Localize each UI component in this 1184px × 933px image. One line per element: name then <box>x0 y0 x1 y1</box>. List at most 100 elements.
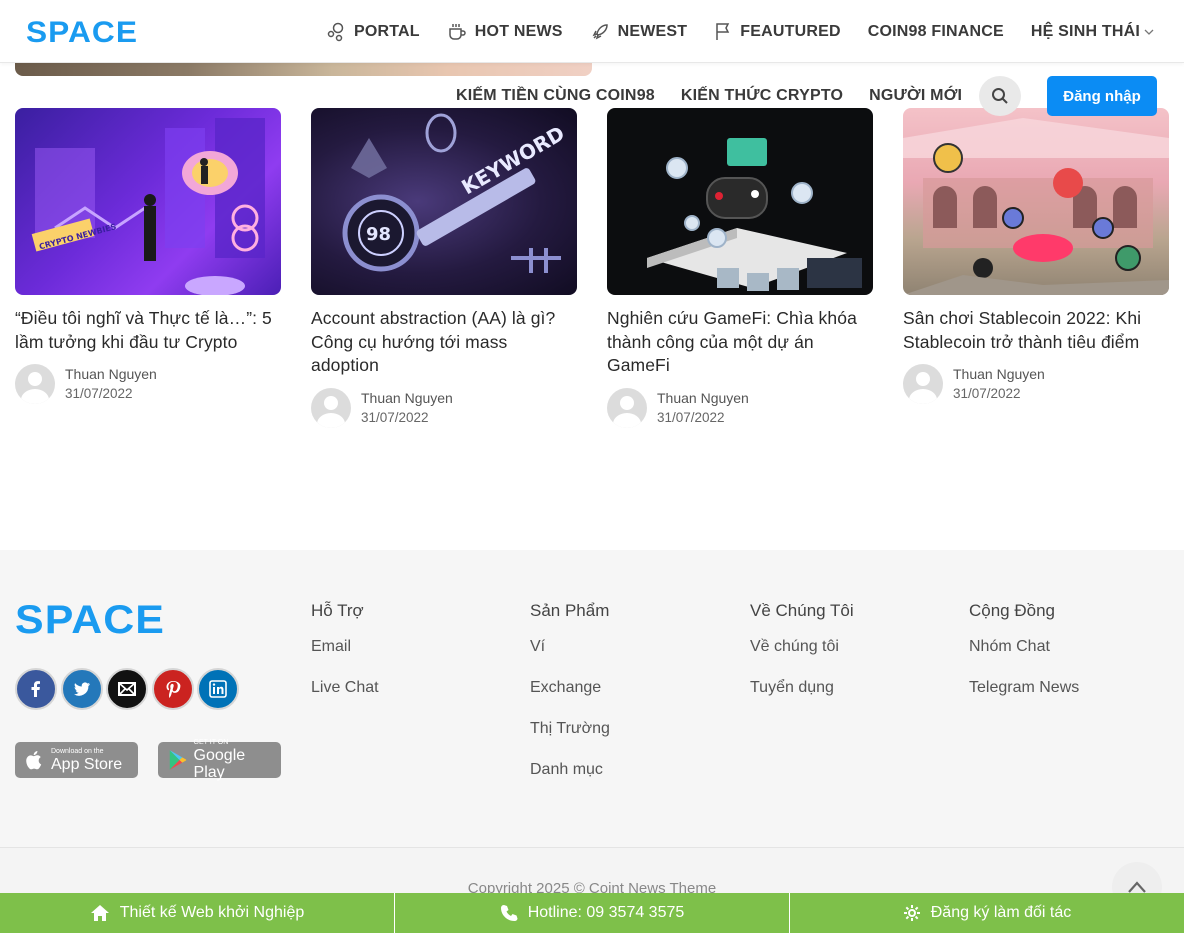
bar-label: Đăng ký làm đối tác <box>930 904 1072 921</box>
footer-link-exchange[interactable]: Exchange <box>530 678 610 719</box>
author-name[interactable]: Thuan Nguyen <box>953 364 1045 384</box>
site-logo[interactable]: SPACE <box>26 16 140 50</box>
article-title[interactable]: Sân chơi Stablecoin 2022: Khi Stablecoin… <box>903 307 1169 354</box>
nav-label: NGƯỜI MỚI <box>869 87 963 104</box>
search-button[interactable] <box>979 76 1021 116</box>
twitter-icon <box>73 682 90 696</box>
nav-label: HỆ SINH THÁI <box>1030 22 1140 40</box>
footer-link-portfolio[interactable]: Danh mục <box>530 760 610 801</box>
bar-label: Hotline: 09 3574 3575 <box>527 904 685 921</box>
cup-icon <box>449 23 466 40</box>
flag-icon <box>716 22 730 40</box>
apple-icon <box>26 751 42 770</box>
footer-link-wallet[interactable]: Ví <box>530 637 610 678</box>
page: SPACE PORTAL HOT NEWS NEWEST FEAUTURED C… <box>0 0 1184 933</box>
post-date: 31/07/2022 <box>953 386 1021 401</box>
bubbles-icon <box>327 22 344 41</box>
badge-small-text: Download on the <box>51 747 104 755</box>
footer-link-careers[interactable]: Tuyển dụng <box>750 678 854 719</box>
article-card[interactable]: Sân chơi Stablecoin 2022: Khi Stablecoin… <box>903 108 1169 404</box>
footer-column-about: Về Chúng Tôi Về chúng tôi Tuyển dụng <box>750 601 854 719</box>
avatar <box>15 364 55 404</box>
nav-label: PORTAL <box>354 22 420 40</box>
app-store-badges: Download on the App Store GET IT ON Goog… <box>15 739 301 781</box>
article-meta: Thuan Nguyen 31/07/2022 <box>311 387 577 428</box>
nav-item-hot-news[interactable]: HOT NEWS <box>447 22 563 42</box>
login-button[interactable]: Đăng nhập <box>1047 76 1157 116</box>
nav-label: HOT NEWS <box>474 22 563 40</box>
google-play-icon <box>169 750 187 770</box>
article-thumbnail[interactable]: 98 KEYWORD <box>311 108 577 295</box>
footer-link-email[interactable]: Email <box>311 637 379 678</box>
avatar <box>607 387 647 428</box>
article-card[interactable]: 98 KEYWORD Account abstraction (AA) là g… <box>311 108 577 428</box>
footer-column-support: Hỗ Trợ Email Live Chat <box>311 601 379 719</box>
nav-label: KIẾM TIỀN CÙNG COIN98 <box>456 87 655 104</box>
site-header: SPACE PORTAL HOT NEWS NEWEST FEAUTURED C… <box>0 0 1184 63</box>
twitter-button[interactable] <box>60 668 103 710</box>
footer-heading: Cộng Đồng <box>969 601 1056 620</box>
footer-link-chat-group[interactable]: Nhóm Chat <box>969 637 1079 678</box>
article-meta: Thuan Nguyen 31/07/2022 <box>903 364 1169 404</box>
envelope-icon <box>118 682 136 696</box>
article-thumbnail[interactable] <box>607 108 873 295</box>
footer-heading: Hỗ Trợ <box>311 601 364 620</box>
secondary-nav: KIẾM TIỀN CÙNG COIN98 KIẾN THỨC CRYPTO N… <box>456 76 988 116</box>
partner-signup-link[interactable]: Đăng ký làm đối tác <box>790 893 1184 933</box>
article-title[interactable]: “Điều tôi nghĩ và Thực tế là…”: 5 lầm tư… <box>15 307 281 354</box>
bar-label: Thiết kế Web khởi Nghiệp <box>119 904 305 921</box>
post-date: 31/07/2022 <box>65 386 133 401</box>
facebook-button[interactable] <box>15 668 57 710</box>
author-name[interactable]: Thuan Nguyen <box>65 364 157 384</box>
chevron-down-icon <box>1144 29 1154 35</box>
badge-big-text: App Store <box>51 755 123 773</box>
post-date: 31/07/2022 <box>657 409 725 425</box>
app-store-badge[interactable]: Download on the App Store <box>15 742 138 778</box>
article-thumbnail[interactable] <box>903 108 1169 295</box>
nav-item-beginners[interactable]: NGƯỜI MỚI <box>869 87 962 105</box>
footer-column-community: Cộng Đồng Nhóm Chat Telegram News <box>969 601 1079 719</box>
author-name[interactable]: Thuan Nguyen <box>361 388 453 408</box>
email-button[interactable] <box>106 668 148 710</box>
article-thumbnail[interactable]: CRYPTO NEWBIES <box>15 108 281 295</box>
article-card[interactable]: Nghiên cứu GameFi: Chìa khóa thành công … <box>607 108 873 428</box>
footer-column-products: Sản Phẩm Ví Exchange Thị Trường Danh mục <box>530 601 610 801</box>
badge-small-text: GET IT ON <box>193 739 229 746</box>
article-card[interactable]: CRYPTO NEWBIES “Điều tôi nghĩ và Thực tế… <box>15 108 281 404</box>
nav-item-earn-coin98[interactable]: KIẾM TIỀN CÙNG COIN98 <box>456 87 655 105</box>
social-links <box>15 668 243 710</box>
svg-text:98: 98 <box>366 224 391 245</box>
author-name[interactable]: Thuan Nguyen <box>657 388 749 408</box>
footer-logo[interactable]: SPACE <box>15 598 167 642</box>
footer-link-live-chat[interactable]: Live Chat <box>311 678 379 719</box>
facebook-icon <box>31 681 40 697</box>
nav-label: COIN98 FINANCE <box>867 22 1004 40</box>
nav-item-portal[interactable]: PORTAL <box>326 22 420 42</box>
svg-text:SPACE: SPACE <box>15 602 165 636</box>
rocket-icon <box>592 23 608 39</box>
footer-link-about-us[interactable]: Về chúng tôi <box>750 637 854 678</box>
nav-item-ecosystem[interactable]: HỆ SINH THÁI <box>1031 23 1155 41</box>
svg-text:SPACE: SPACE <box>26 19 138 45</box>
article-title[interactable]: Nghiên cứu GameFi: Chìa khóa thành công … <box>607 307 873 378</box>
badge-big-text: Google Play <box>193 747 246 781</box>
footer-link-telegram-news[interactable]: Telegram News <box>969 678 1079 719</box>
google-play-badge[interactable]: GET IT ON Google Play <box>158 739 281 781</box>
main-nav: PORTAL HOT NEWS NEWEST FEAUTURED COIN98 … <box>326 0 1155 63</box>
nav-item-coin98-finance[interactable]: COIN98 FINANCE <box>868 23 1004 41</box>
nav-item-featured[interactable]: FEAUTURED <box>714 22 841 42</box>
hotline-link[interactable]: Hotline: 09 3574 3575 <box>395 893 790 933</box>
article-title[interactable]: Account abstraction (AA) là gì? Công cụ … <box>311 307 577 378</box>
pinterest-button[interactable] <box>151 668 194 710</box>
startup-web-design-link[interactable]: Thiết kế Web khởi Nghiệp <box>0 893 395 933</box>
avatar <box>311 387 351 428</box>
article-meta: Thuan Nguyen 31/07/2022 <box>15 364 281 404</box>
nav-label: KIẾN THỨC CRYPTO <box>680 87 844 104</box>
footer-link-market[interactable]: Thị Trường <box>530 719 610 760</box>
nav-item-crypto-knowledge[interactable]: KIẾN THỨC CRYPTO <box>681 87 843 105</box>
nav-item-newest[interactable]: NEWEST <box>590 22 688 42</box>
linkedin-icon <box>209 680 227 698</box>
featured-image-edge[interactable] <box>15 63 592 76</box>
avatar <box>903 364 943 404</box>
linkedin-button[interactable] <box>197 668 239 710</box>
